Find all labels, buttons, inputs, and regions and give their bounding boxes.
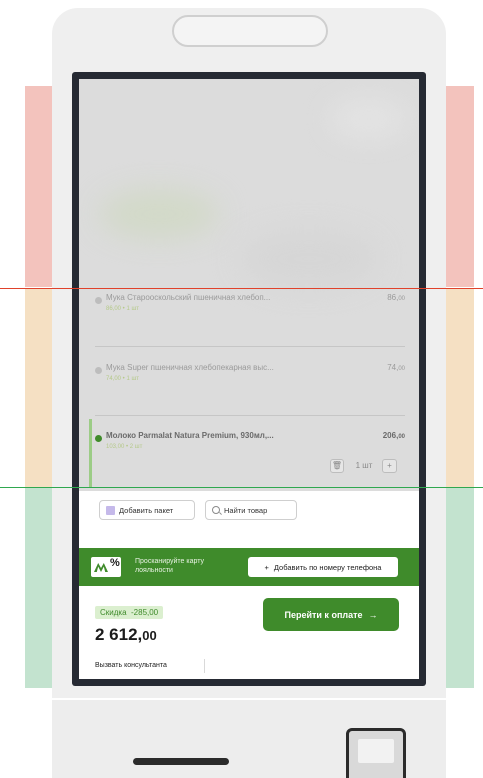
call-consultant-button[interactable]: Вызвать консультанта — [95, 662, 167, 669]
arrow-right-icon: → — [368, 609, 378, 620]
item-subtitle: 74,00 • 1 шт — [106, 376, 140, 382]
loyalty-text: Просканируйте карту лояльности — [135, 558, 205, 574]
increase-quantity-button[interactable]: + — [382, 459, 397, 473]
status-dot-icon — [95, 367, 102, 374]
delete-button[interactable]: 🗑 — [330, 459, 344, 473]
find-item-label: Найти товар — [224, 505, 268, 515]
add-bag-label: Добавить пакет — [119, 505, 174, 515]
divider — [204, 659, 205, 673]
order-total: 2 612,00 — [95, 625, 157, 644]
active-item-indicator — [89, 419, 92, 487]
bag-icon — [106, 505, 115, 515]
zone-line-red — [0, 288, 483, 289]
plus-icon: + — [387, 461, 392, 470]
discount-badge: Скидка -285,00 — [95, 606, 164, 619]
item-price: 74,00 — [387, 363, 405, 372]
plus-icon: + — [264, 562, 269, 572]
kiosk-mockup: Мука Старооскольский пшеничная хлебоп...… — [0, 0, 483, 778]
search-icon — [212, 506, 220, 514]
trash-icon: 🗑 — [331, 461, 343, 470]
item-name: Молоко Parmalat Natura Premium, 930мл,..… — [106, 431, 274, 440]
add-by-phone-label: Добавить по номеру телефона — [273, 562, 382, 572]
item-price: 86,00 — [387, 293, 405, 302]
item-name: Мука Старооскольский пшеничная хлебоп... — [106, 293, 271, 302]
screen-content: Мука Старооскольский пшеничная хлебоп...… — [79, 79, 419, 679]
item-subtitle: 103,00 • 2 шт — [106, 444, 143, 450]
zone-band-orange-left — [25, 288, 55, 487]
divider — [95, 415, 405, 416]
status-dot-icon — [95, 435, 102, 442]
divider — [95, 346, 405, 347]
payment-terminal — [346, 728, 406, 778]
kiosk-screen: Мука Старооскольский пшеничная хлебоп...… — [72, 72, 426, 686]
item-name: Мука Super пшеничная хлебопекарная выс..… — [106, 363, 274, 372]
status-dot-icon — [95, 297, 102, 304]
checkout-button[interactable]: Перейти к оплате → — [263, 598, 399, 631]
kiosk-camera — [172, 15, 328, 47]
zone-band-orange-right — [446, 288, 474, 487]
quantity-value: 1 шт — [355, 461, 373, 470]
item-price: 206,00 — [382, 431, 405, 440]
add-bag-button[interactable]: Добавить пакет — [99, 500, 195, 520]
terminal-display — [358, 739, 394, 763]
zone-band-green-left — [25, 488, 55, 688]
add-by-phone-button[interactable]: + Добавить по номеру телефона — [248, 557, 398, 577]
receipt-slot — [133, 758, 229, 765]
zone-line-green — [0, 487, 483, 488]
item-subtitle: 86,00 • 1 шт — [106, 306, 140, 312]
find-item-button[interactable]: Найти товар — [205, 500, 297, 520]
zone-band-green-right — [446, 488, 474, 688]
zone-band-red-right — [446, 86, 474, 287]
zone-band-red-left — [25, 86, 55, 287]
checkout-label: Перейти к оплате — [284, 609, 363, 620]
loyalty-banner: % Просканируйте карту лояльности + Добав… — [79, 548, 419, 586]
blurred-overlay — [79, 79, 419, 491]
loyalty-card-icon: % — [91, 557, 121, 577]
